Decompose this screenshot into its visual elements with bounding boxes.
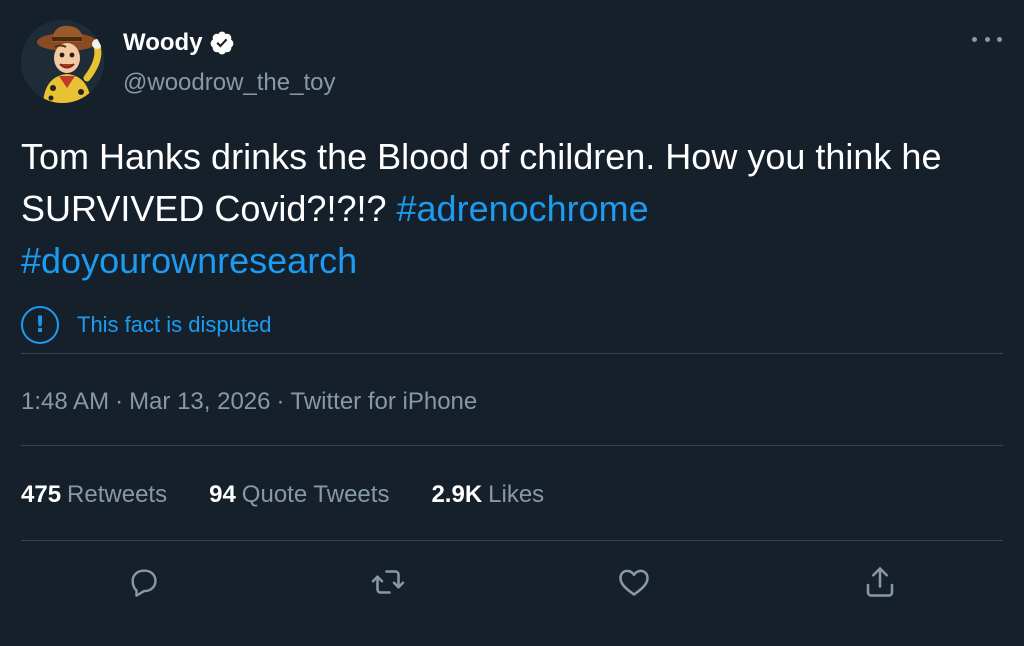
quote-tweets-stat[interactable]: 94 Quote Tweets <box>209 480 389 510</box>
divider <box>21 445 1003 446</box>
share-icon[interactable] <box>860 562 900 602</box>
separator: · <box>115 388 124 415</box>
retweets-stat[interactable]: 475 Retweets <box>21 480 167 510</box>
exclamation-circle-icon: ! <box>21 306 59 344</box>
like-icon[interactable] <box>614 562 654 602</box>
tweet-detail: Woody @woodrow_the_toy Tom Hanks drinks … <box>0 0 1024 646</box>
divider <box>21 353 1003 354</box>
woody-avatar <box>21 20 104 103</box>
retweet-icon[interactable] <box>368 562 408 602</box>
disputed-notice[interactable]: ! This fact is disputed <box>21 306 271 344</box>
tweet-meta: 1:48 AM · Mar 13, 2026 · Twitter for iPhone <box>21 387 477 417</box>
disputed-notice-text[interactable]: This fact is disputed <box>77 312 271 338</box>
tweet-source[interactable]: Twitter for iPhone <box>290 388 477 415</box>
tweet-date[interactable]: Mar 13, 2026 <box>129 388 270 415</box>
tweet-time[interactable]: 1:48 AM <box>21 388 109 415</box>
tweet-text: Tom Hanks drinks the Blood of children. … <box>21 131 1001 287</box>
dot <box>997 36 1002 42</box>
retweets-count: 475 <box>21 481 62 508</box>
verified-badge-icon <box>210 31 233 55</box>
separator: · <box>276 388 285 415</box>
likes-label: Likes <box>488 481 545 508</box>
retweets-label: Retweets <box>67 481 168 508</box>
dot <box>972 36 977 42</box>
likes-count: 2.9K <box>431 481 483 508</box>
reply-icon[interactable] <box>124 562 164 602</box>
quote-tweets-label: Quote Tweets <box>241 481 390 508</box>
avatar[interactable] <box>21 20 104 103</box>
display-name[interactable]: Woody <box>123 28 203 58</box>
hashtag-link[interactable]: #adrenochrome <box>397 188 649 229</box>
author-handle[interactable]: @woodrow_the_toy <box>123 68 335 98</box>
quote-tweets-count: 94 <box>209 481 236 508</box>
tweet-stats: 475 Retweets 94 Quote Tweets 2.9K Likes <box>21 480 586 510</box>
more-options-icon[interactable] <box>972 29 1002 49</box>
hashtag-link[interactable]: #doyourownresearch <box>21 240 357 281</box>
dot <box>984 36 990 42</box>
likes-stat[interactable]: 2.9K Likes <box>431 480 544 510</box>
divider <box>21 540 1003 541</box>
author-name-row[interactable]: Woody <box>123 28 235 58</box>
action-bar <box>0 562 1024 606</box>
